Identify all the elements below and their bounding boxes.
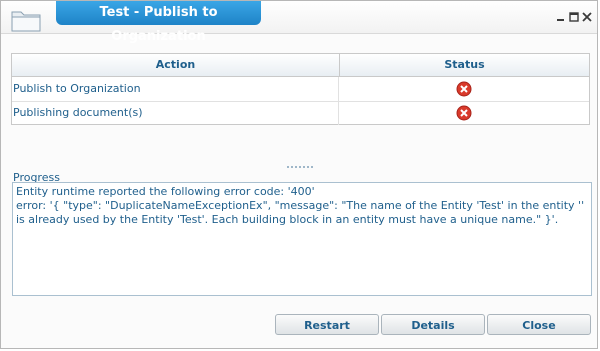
maximize-icon[interactable]: [567, 10, 581, 24]
folder-icon: [11, 8, 41, 32]
details-button[interactable]: Details: [381, 314, 485, 335]
progress-log[interactable]: Entity runtime reported the following er…: [12, 182, 592, 296]
error-icon: [456, 105, 472, 121]
status-cell: [340, 77, 589, 101]
window-title: Test - Publish to Organization: [56, 1, 261, 44]
status-table: Action Status Publish to Organization Pu…: [11, 53, 590, 125]
column-header-status[interactable]: Status: [340, 54, 589, 76]
table-row[interactable]: Publish to Organization: [12, 77, 589, 102]
action-cell: Publishing document(s): [12, 101, 339, 125]
error-icon: [456, 81, 472, 97]
close-icon[interactable]: [580, 10, 594, 24]
table-header: Action Status: [12, 54, 589, 77]
publish-dialog: Test - Publish to Organization Action St…: [0, 0, 598, 349]
restart-button[interactable]: Restart: [275, 314, 379, 335]
table-row[interactable]: Publishing document(s): [12, 101, 589, 125]
progress-line: Entity runtime reported the following er…: [16, 185, 315, 198]
action-cell: Publish to Organization: [12, 77, 339, 101]
title-bar[interactable]: Test - Publish to Organization: [1, 1, 597, 44]
minimize-icon[interactable]: [554, 10, 568, 24]
column-header-action[interactable]: Action: [12, 54, 340, 76]
status-cell: [340, 101, 589, 125]
close-button[interactable]: Close: [487, 314, 591, 335]
splitter-handle-icon[interactable]: [286, 154, 316, 168]
progress-line: error: '{ "type": "DuplicateNameExceptio…: [16, 199, 588, 226]
